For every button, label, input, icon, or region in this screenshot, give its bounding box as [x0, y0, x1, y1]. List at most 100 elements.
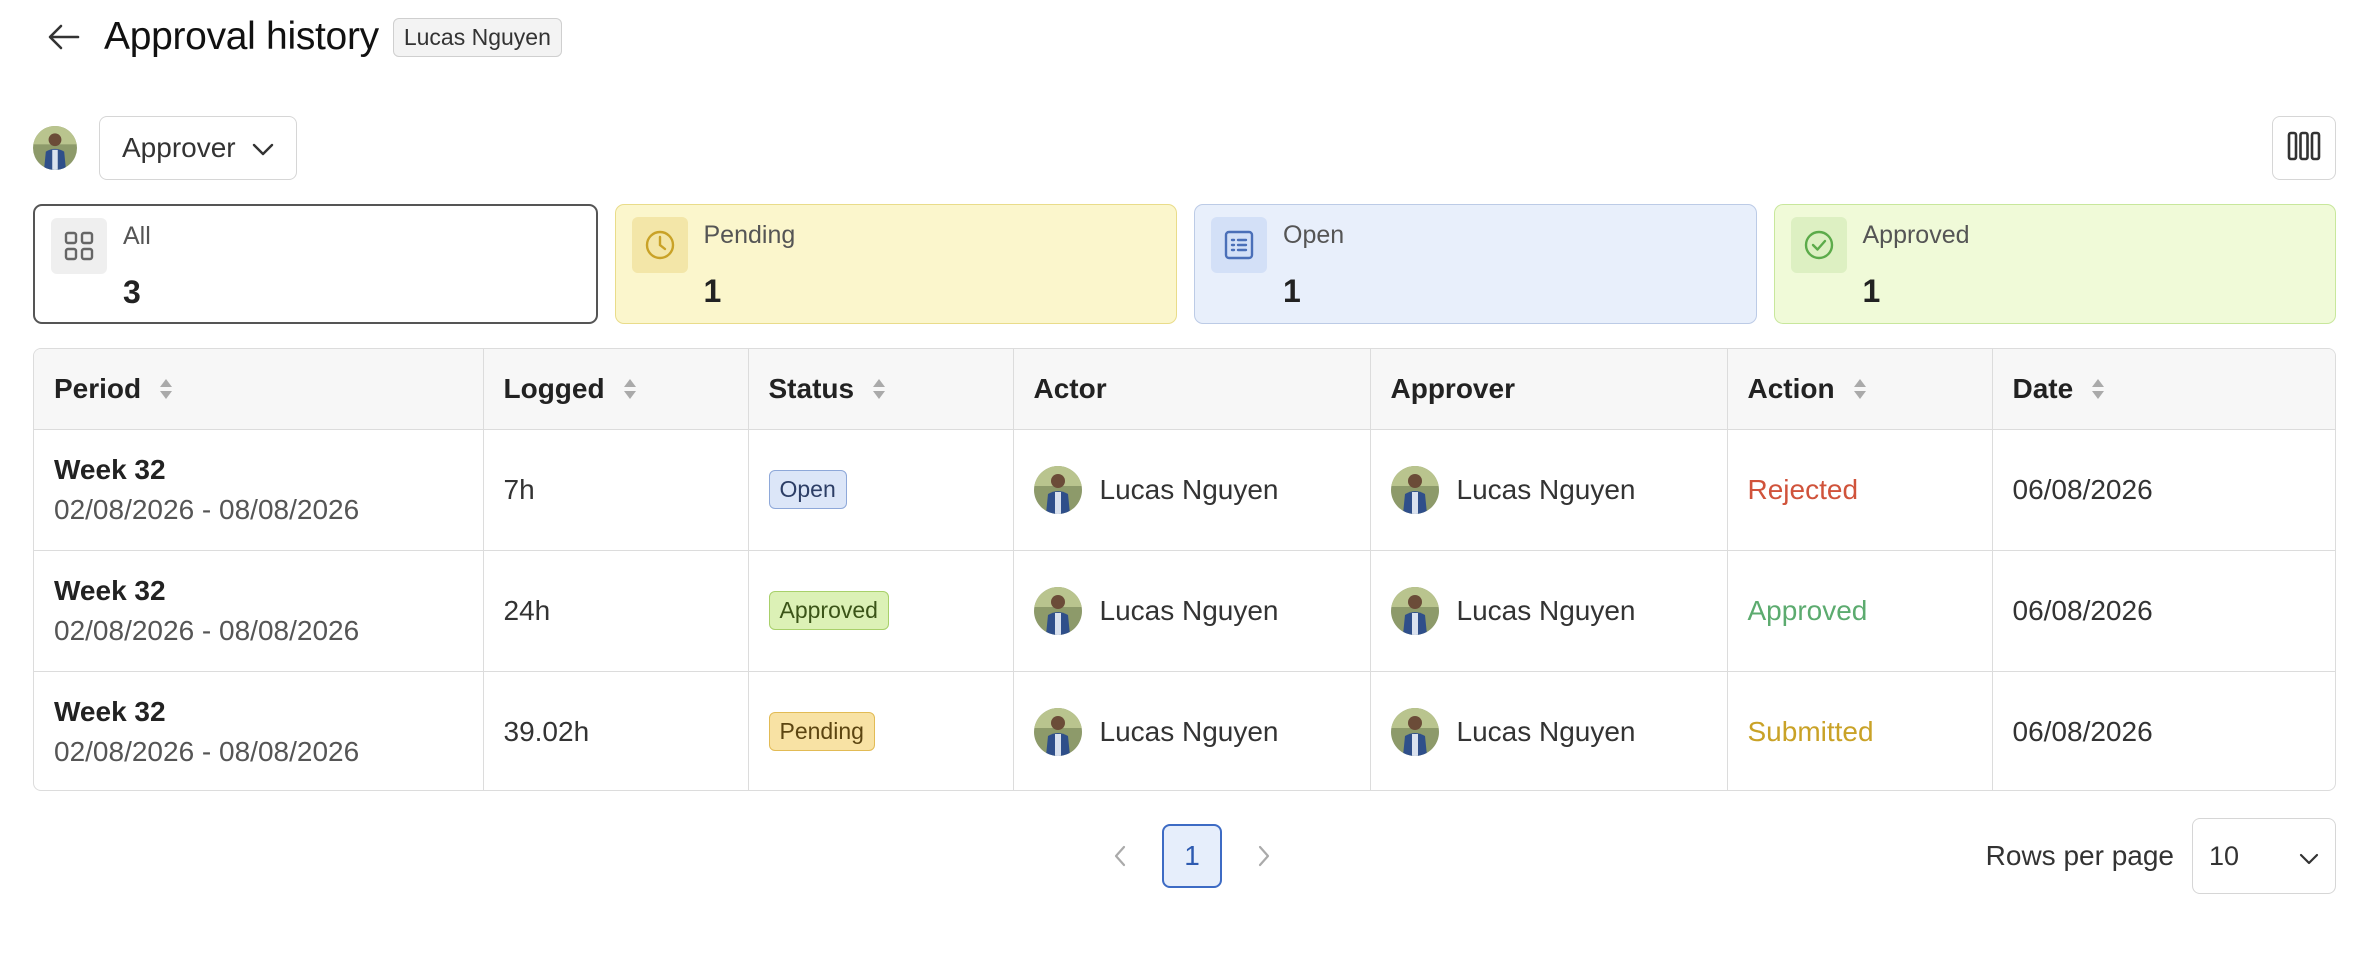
- actor-name: Lucas Nguyen: [1099, 715, 1279, 747]
- period-cell: Week 32 02/08/2026 - 08/08/2026: [34, 550, 484, 672]
- stat-card-all[interactable]: All 3: [33, 204, 598, 324]
- sort-icon[interactable]: [872, 378, 886, 400]
- column-label: Logged: [503, 372, 605, 404]
- action-cell: Rejected: [1727, 429, 1993, 551]
- stat-label: Pending: [703, 221, 796, 249]
- column-header-date[interactable]: Date: [1992, 349, 2335, 430]
- column-label: Status: [768, 372, 855, 404]
- column-header-action[interactable]: Action: [1727, 349, 1993, 430]
- role-dropdown[interactable]: Approver: [99, 116, 297, 180]
- table-row[interactable]: Week 32 02/08/2026 - 08/08/2026 7h Open …: [34, 429, 2335, 551]
- stat-label: Open: [1283, 221, 1345, 249]
- approver-name: Lucas Nguyen: [1456, 594, 1636, 626]
- week-label: Week 32: [54, 453, 166, 485]
- date-range: 02/08/2026 - 08/08/2026: [54, 493, 360, 525]
- date-cell: 06/08/2026: [1992, 550, 2335, 672]
- action-cell: Submitted: [1727, 671, 1993, 790]
- actor-cell: Lucas Nguyen: [1013, 671, 1371, 790]
- columns-toggle-button[interactable]: [2272, 116, 2336, 180]
- column-label: Actor: [1033, 372, 1107, 404]
- logged-cell: 24h: [483, 550, 749, 672]
- avatar: [1034, 587, 1082, 635]
- actor-name: Lucas Nguyen: [1099, 594, 1279, 626]
- sort-icon[interactable]: [623, 378, 637, 400]
- columns-icon: [2287, 131, 2321, 166]
- actor-cell: Lucas Nguyen: [1013, 429, 1371, 551]
- sort-icon[interactable]: [159, 378, 173, 400]
- clock-icon: [631, 217, 688, 273]
- status-summary: All 3 Pending 1 Open 1 Approved 1: [33, 204, 2336, 324]
- table-row[interactable]: Week 32 02/08/2026 - 08/08/2026 39.02h P…: [34, 671, 2335, 790]
- chevron-down-icon: [252, 132, 274, 164]
- column-header-period[interactable]: Period: [34, 349, 484, 430]
- stat-value: 1: [1862, 273, 1881, 309]
- week-label: Week 32: [54, 695, 166, 727]
- date-cell: 06/08/2026: [2012, 715, 2153, 747]
- period-cell: Week 32 02/08/2026 - 08/08/2026: [34, 671, 484, 790]
- date-cell: 06/08/2026: [1992, 429, 2335, 551]
- approval-history-page: Approval history Lucas Nguyen Approver A…: [0, 0, 2366, 958]
- stat-card-approved[interactable]: Approved 1: [1773, 204, 2336, 324]
- filter-row: Approver: [33, 116, 297, 180]
- rows-per-page: Rows per page 10: [1986, 818, 2336, 894]
- column-header-status[interactable]: Status: [748, 349, 1014, 430]
- actor-cell: Lucas Nguyen: [1013, 550, 1371, 672]
- sort-icon[interactable]: [2091, 378, 2105, 400]
- page-button-current[interactable]: 1: [1162, 824, 1222, 888]
- avatar: [1391, 587, 1439, 635]
- avatar: [1034, 708, 1082, 756]
- table-header-row: Period Logged Status Actor Approver Acti…: [34, 349, 2335, 430]
- date-range: 02/08/2026 - 08/08/2026: [54, 735, 360, 767]
- chevron-down-icon: [2299, 841, 2319, 872]
- week-label: Week 32: [54, 574, 166, 606]
- avatar: [1034, 466, 1082, 514]
- actor-name: Lucas Nguyen: [1099, 473, 1279, 505]
- table-row[interactable]: Week 32 02/08/2026 - 08/08/2026 24h Appr…: [34, 550, 2335, 672]
- status-cell: Pending: [748, 671, 1014, 790]
- column-label: Date: [2012, 372, 2074, 404]
- stat-label: All: [123, 222, 151, 250]
- action-cell: Approved: [1727, 550, 1993, 672]
- approval-table: Period Logged Status Actor Approver Acti…: [33, 348, 2336, 791]
- column-label: Action: [1747, 372, 1835, 404]
- stat-value: 3: [123, 274, 141, 310]
- logged-cell: 39.02h: [483, 671, 749, 790]
- stat-card-pending[interactable]: Pending 1: [614, 204, 1177, 324]
- stat-value: 1: [1283, 273, 1301, 309]
- avatar: [1391, 466, 1439, 514]
- rows-per-page-value: 10: [2209, 840, 2240, 871]
- page-title: Approval history: [104, 15, 379, 58]
- column-label: Period: [54, 372, 142, 404]
- approver-name: Lucas Nguyen: [1456, 715, 1636, 747]
- approver-cell: Lucas Nguyen: [1370, 429, 1728, 551]
- page-header: Approval history Lucas Nguyen: [44, 10, 562, 64]
- column-header-logged[interactable]: Logged: [483, 349, 749, 430]
- column-label: Approver: [1390, 372, 1515, 404]
- period-cell: Week 32 02/08/2026 - 08/08/2026: [34, 429, 484, 551]
- stat-card-open[interactable]: Open 1: [1194, 204, 1757, 324]
- rows-per-page-label: Rows per page: [1985, 840, 2174, 871]
- approver-cell: Lucas Nguyen: [1370, 550, 1728, 672]
- back-arrow-icon[interactable]: [44, 17, 84, 57]
- chevron-left-icon[interactable]: [1100, 836, 1140, 876]
- status-badge: Open: [768, 470, 847, 509]
- stat-label: Approved: [1862, 221, 1970, 249]
- list-icon: [1211, 217, 1267, 273]
- status-badge: Approved: [768, 591, 889, 630]
- user-badge: Lucas Nguyen: [392, 17, 562, 57]
- approver-name: Lucas Nguyen: [1456, 473, 1636, 505]
- column-header-actor: Actor: [1013, 349, 1371, 430]
- rows-per-page-select[interactable]: 10: [2192, 818, 2336, 894]
- check-circle-icon: [1790, 217, 1847, 273]
- role-dropdown-label: Approver: [122, 132, 236, 163]
- sort-icon[interactable]: [1853, 378, 1867, 400]
- pagination: 1: [1100, 824, 1284, 888]
- status-cell: Approved: [748, 550, 1014, 672]
- stat-value: 1: [703, 273, 722, 309]
- avatar[interactable]: [33, 126, 77, 170]
- date-range: 02/08/2026 - 08/08/2026: [54, 614, 360, 646]
- chevron-right-icon[interactable]: [1244, 836, 1284, 876]
- status-badge: Pending: [768, 712, 875, 752]
- grid-icon: [51, 218, 107, 274]
- avatar: [1391, 708, 1439, 756]
